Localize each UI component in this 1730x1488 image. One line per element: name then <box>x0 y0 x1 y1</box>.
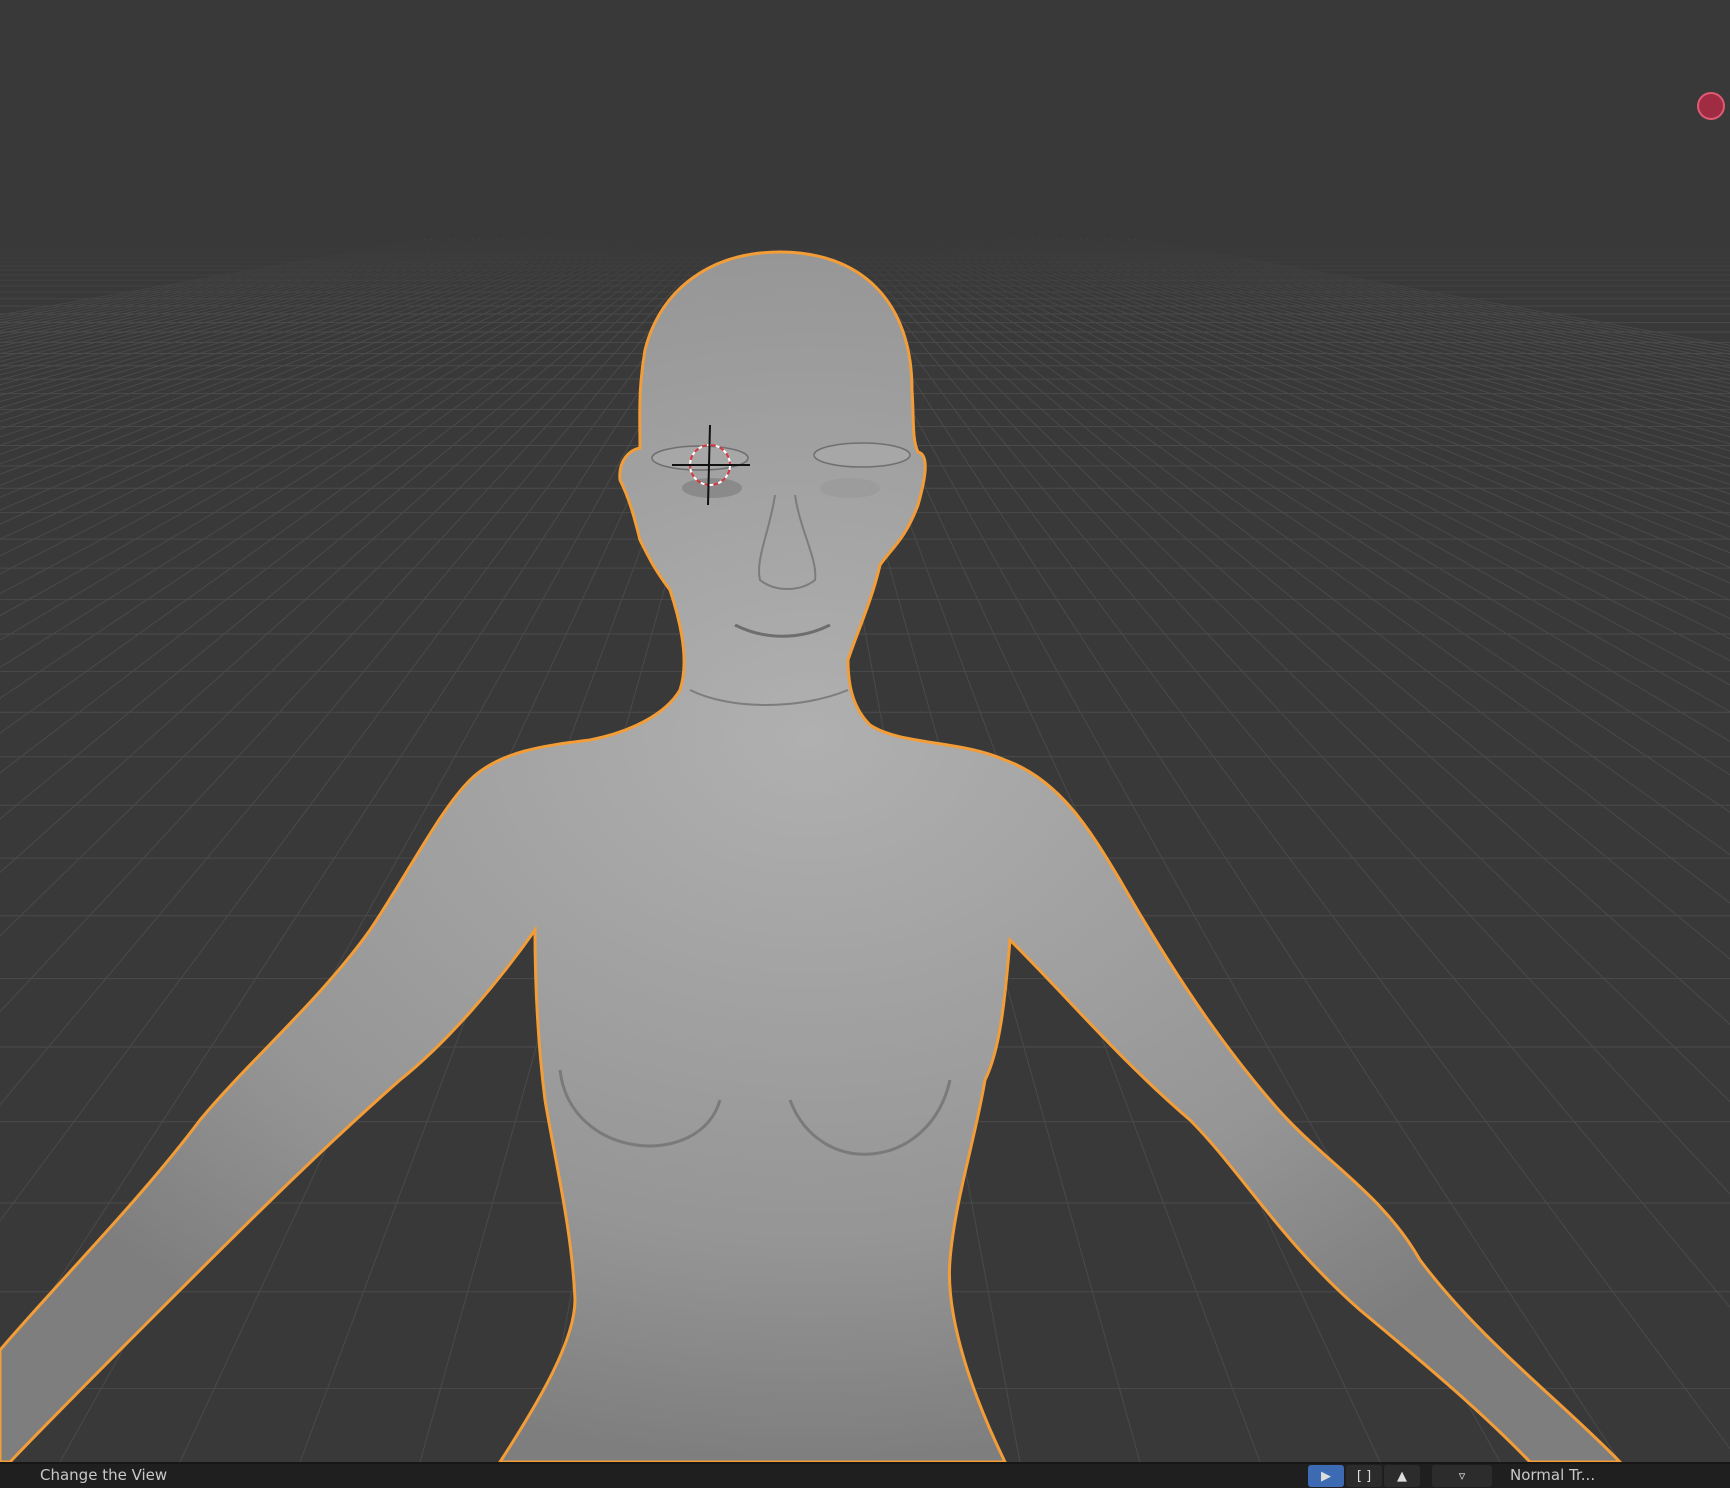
select-box-icon[interactable]: [ ] <box>1346 1465 1382 1487</box>
viewport-canvas[interactable] <box>0 0 1730 1462</box>
left-brow <box>651 445 749 471</box>
right-brow <box>813 442 911 468</box>
character-mesh[interactable] <box>0 250 1623 1462</box>
right-eye <box>820 478 880 498</box>
axis-gizmo-icon[interactable] <box>1697 92 1725 120</box>
status-bar: Change the View ▶ [ ] ▲ ▿ Normal Tr... <box>0 1462 1730 1488</box>
body-silhouette[interactable] <box>0 250 1623 1462</box>
left-eye <box>682 478 742 498</box>
transform-orientation[interactable]: Normal Tr... <box>1510 1466 1595 1484</box>
3d-viewport[interactable] <box>0 0 1730 1462</box>
select-mode-group[interactable]: ▶ [ ] ▲ <box>1308 1465 1420 1487</box>
tweak-icon[interactable]: ▲ <box>1384 1465 1420 1487</box>
filter-icon[interactable]: ▿ <box>1432 1465 1492 1487</box>
status-hint: Change the View <box>40 1466 168 1484</box>
cursor-icon[interactable]: ▶ <box>1308 1465 1344 1487</box>
